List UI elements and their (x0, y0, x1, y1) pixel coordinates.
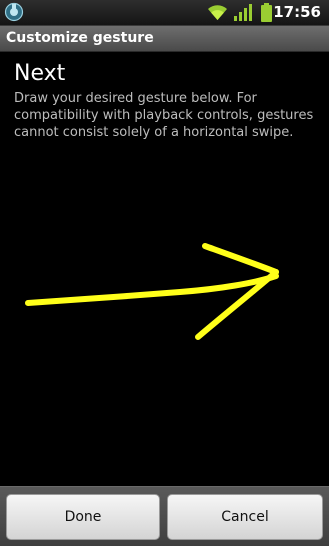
arrow-head-lower (195, 269, 279, 340)
status-bar: 17:56 (0, 0, 329, 26)
battery-icon (261, 3, 272, 22)
page-title: Customize gesture (6, 30, 154, 46)
wifi-icon (208, 5, 227, 20)
gesture-stroke (25, 243, 279, 340)
arrow-shaft (25, 273, 279, 306)
done-button[interactable]: Done (6, 494, 160, 540)
button-bar: Done Cancel (0, 486, 329, 546)
notification-icon (4, 2, 24, 22)
status-clock: 17:56 (273, 3, 321, 21)
cancel-button[interactable]: Cancel (167, 494, 323, 540)
step-heading: Next (14, 61, 66, 86)
instructions-text: Draw your desired gesture below. For com… (14, 91, 314, 140)
customize-gesture-screen: 17:56 Customize gesture Next Draw your d… (0, 0, 329, 546)
signal-icon (234, 4, 252, 21)
arrow-head-upper (202, 243, 279, 275)
gesture-drawing-area[interactable] (0, 150, 329, 485)
title-bar: Customize gesture (0, 26, 329, 52)
